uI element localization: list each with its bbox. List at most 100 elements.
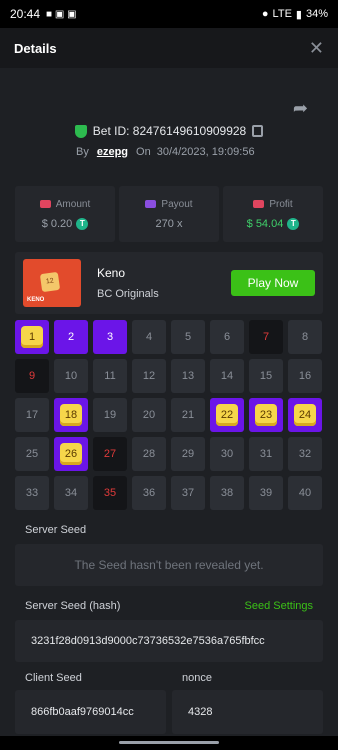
keno-cell: 30	[210, 437, 244, 471]
gem-tile: 18	[60, 404, 82, 426]
keno-cell: 14	[210, 359, 244, 393]
keno-cell: 7	[249, 320, 283, 354]
keno-cell: 15	[249, 359, 283, 393]
network-label: LTE	[272, 8, 292, 20]
by-label: By	[76, 146, 89, 158]
keno-cell: 1	[15, 320, 49, 354]
keno-cell: 36	[132, 476, 166, 510]
keno-cell: 24	[288, 398, 322, 432]
amount-card: Amount $ 0.20 T	[15, 186, 115, 242]
keno-cell: 26	[54, 437, 88, 471]
keno-cell: 22	[210, 398, 244, 432]
game-card: 12 KENO Keno BC Originals Play Now	[15, 252, 323, 314]
keno-cell: 4	[132, 320, 166, 354]
keno-cell: 32	[288, 437, 322, 471]
keno-cell: 10	[54, 359, 88, 393]
keno-cell: 34	[54, 476, 88, 510]
shield-icon	[74, 124, 87, 138]
keno-cell: 38	[210, 476, 244, 510]
server-seed-label: Server Seed	[25, 524, 87, 536]
game-name: Keno	[97, 266, 126, 280]
keno-cell: 12	[132, 359, 166, 393]
profit-label: Profit	[269, 198, 293, 210]
play-now-button[interactable]: Play Now	[231, 270, 315, 296]
close-icon[interactable]: ✕	[309, 38, 324, 59]
profit-value: $ 54.04	[246, 217, 284, 230]
keno-cell: 6	[210, 320, 244, 354]
keno-cell: 27	[93, 437, 127, 471]
keno-cell: 23	[249, 398, 283, 432]
bet-id: Bet ID: 82476149610909928	[92, 124, 247, 138]
user-link[interactable]: ezepg	[97, 146, 128, 158]
gem-tile: 1	[21, 326, 43, 348]
gem-tile: 22	[216, 404, 238, 426]
keno-thumbnail[interactable]: 12 KENO	[23, 259, 81, 307]
stats-row: Amount $ 0.20 T Payout 270 x Profit $ 54.…	[15, 186, 323, 242]
server-seed-hash-field[interactable]: 3231f28d0913d9000c73736532e7536a765fbfcc	[15, 620, 323, 662]
keno-cell: 37	[171, 476, 205, 510]
keno-cell: 31	[249, 437, 283, 471]
home-gesture-pill[interactable]	[119, 741, 219, 744]
keno-cell: 2	[54, 320, 88, 354]
tether-coin-icon: T	[287, 217, 300, 230]
keno-cell: 18	[54, 398, 88, 432]
keno-cell: 8	[288, 320, 322, 354]
notification-icons: ■ ▣ ▣	[46, 8, 77, 20]
keno-cell: 20	[132, 398, 166, 432]
nonce-field[interactable]: 4328	[172, 690, 323, 734]
profit-card: Profit $ 54.04 T	[223, 186, 323, 242]
gem-tile: 24	[294, 404, 316, 426]
thumb-text: KENO	[27, 297, 45, 303]
payout-card: Payout 270 x	[119, 186, 219, 242]
keno-cell: 9	[15, 359, 49, 393]
amount-icon	[39, 200, 51, 208]
status-bar: 20:44 ■ ▣ ▣ ● LTE ▮ 34%	[0, 0, 338, 28]
bet-id-row: Bet ID: 82476149610909928	[0, 124, 338, 138]
payout-value: 270 x	[155, 217, 183, 230]
page-title: Details	[14, 40, 57, 56]
system-nav-bar	[0, 736, 338, 750]
payout-icon	[145, 200, 157, 208]
bet-date: 30/4/2023, 19:09:56	[156, 146, 255, 158]
client-seed-field[interactable]: 866fb0aaf9769014cc	[15, 690, 166, 734]
keno-cell: 16	[288, 359, 322, 393]
thumb-tile: 12	[39, 271, 61, 293]
status-time: 20:44	[10, 7, 41, 21]
keno-cell: 35	[93, 476, 127, 510]
seed-settings-link[interactable]: Seed Settings	[245, 600, 314, 612]
nonce-label: nonce	[182, 672, 212, 684]
keno-cell: 17	[15, 398, 49, 432]
keno-cell: 39	[249, 476, 283, 510]
amount-value: $ 0.20	[41, 217, 73, 230]
share-icon[interactable]: ➦	[293, 98, 308, 119]
keno-cell: 3	[93, 320, 127, 354]
keno-cell: 28	[132, 437, 166, 471]
server-seed-field: The Seed hasn't been revealed yet.	[15, 544, 323, 586]
tether-coin-icon: T	[76, 217, 89, 230]
client-seed-label: Client Seed	[25, 672, 82, 684]
keno-cell: 19	[93, 398, 127, 432]
battery-level: 34%	[305, 8, 328, 20]
amount-label: Amount	[55, 198, 91, 210]
details-header: Details ✕	[0, 28, 338, 68]
wifi-icon: ●	[261, 8, 269, 20]
signal-icon: ▮	[295, 8, 302, 21]
keno-cell: 13	[171, 359, 205, 393]
keno-cell: 25	[15, 437, 49, 471]
copy-icon[interactable]	[252, 125, 264, 137]
gem-tile: 26	[60, 443, 82, 465]
keno-grid: 1 2 3 4 5 6 7 8 9 10 11 12 13 14 15 16 17 18 19 20 21 22 23 24 2…	[15, 320, 325, 510]
keno-cell: 5	[171, 320, 205, 354]
keno-cell: 21	[171, 398, 205, 432]
bet-byline: By ezepg On 30/4/2023, 19:09:56	[76, 146, 255, 158]
profit-icon	[253, 200, 265, 208]
on-label: On	[136, 146, 151, 158]
keno-cell: 29	[171, 437, 205, 471]
keno-cell: 33	[15, 476, 49, 510]
status-right: ● LTE ▮ 34%	[262, 8, 328, 21]
gem-tile: 23	[255, 404, 277, 426]
server-seed-hash-label: Server Seed (hash)	[25, 600, 121, 612]
game-provider: BC Originals	[97, 288, 159, 300]
keno-cell: 11	[93, 359, 127, 393]
payout-label: Payout	[161, 198, 193, 210]
